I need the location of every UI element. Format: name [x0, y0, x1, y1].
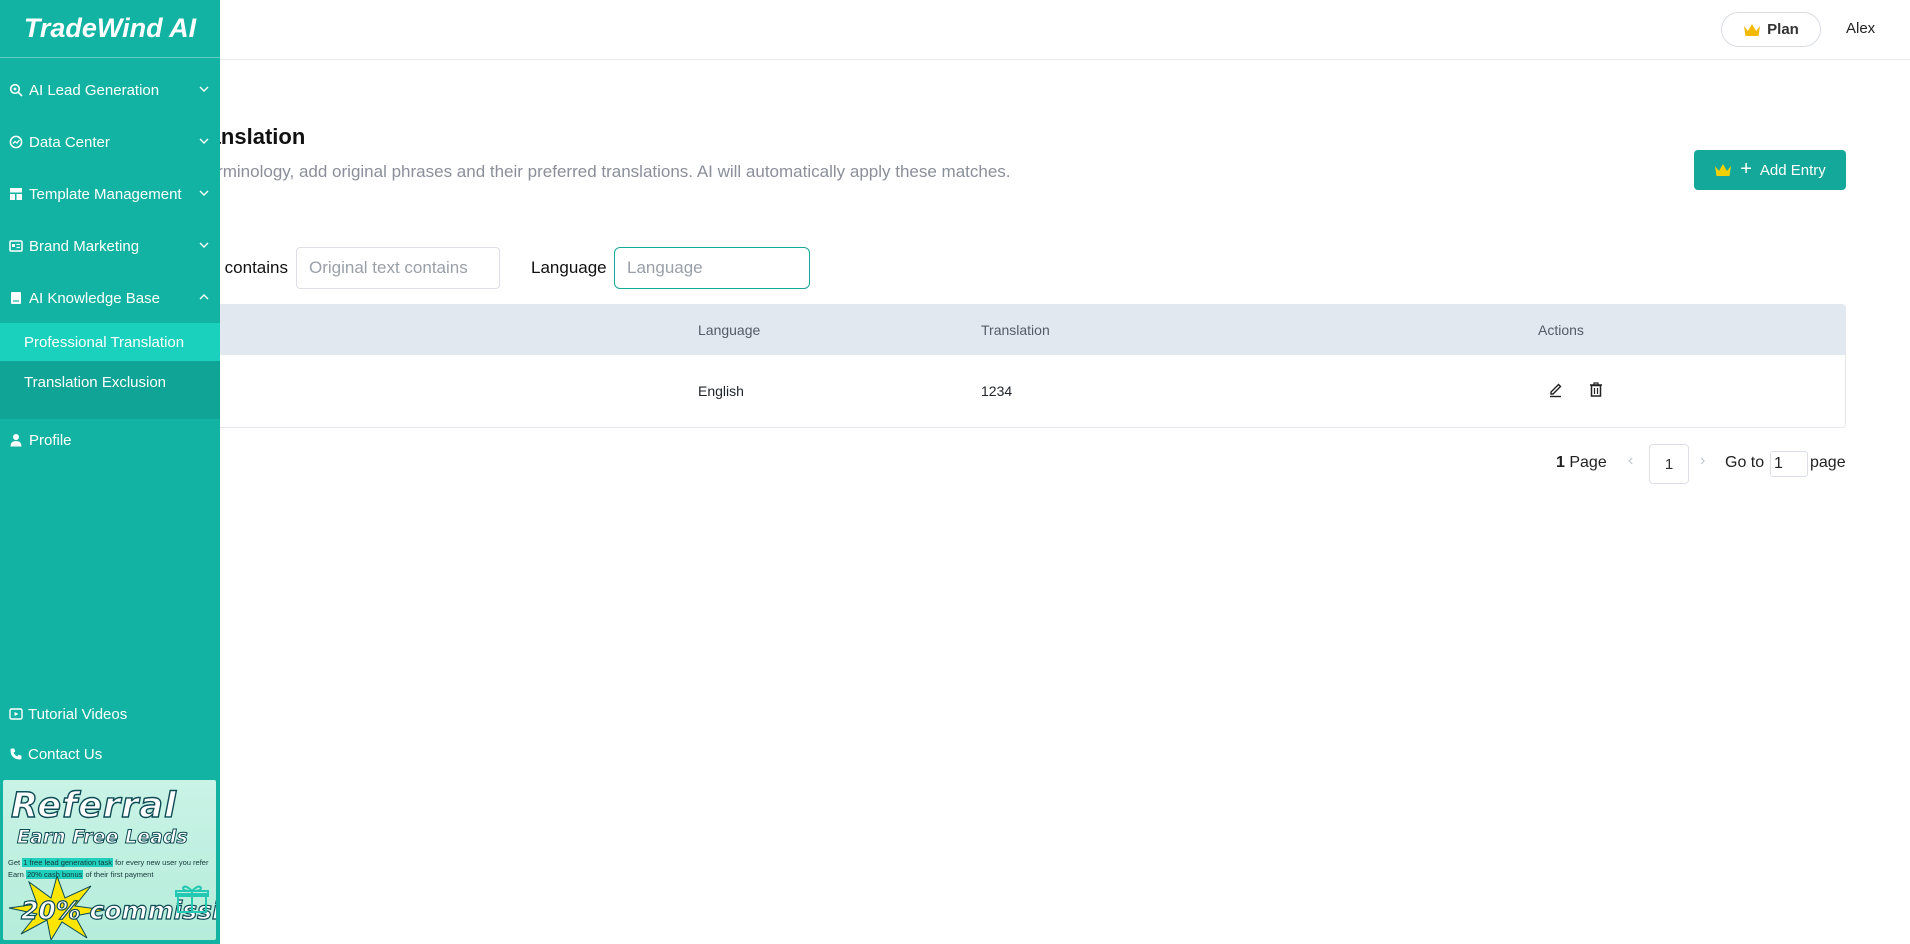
column-header-actions: Actions [1538, 322, 1584, 338]
video-icon [9, 708, 23, 720]
sidebar-item-label: Template Management [29, 185, 182, 203]
cell-translation: 1234 [981, 383, 1013, 399]
sidebar: TradeWind AI AI Lead Generation Data Cen… [0, 0, 220, 944]
grid-icon [10, 188, 22, 200]
prev-page-button[interactable]: ‹ [1628, 452, 1633, 470]
crown-icon [1715, 164, 1732, 176]
book-icon [11, 292, 21, 304]
chevron-down-icon [199, 190, 209, 196]
delete-icon[interactable] [1587, 381, 1605, 399]
banner-line-1-pre: Get [8, 858, 23, 867]
page-total-suffix: Page [1564, 454, 1607, 471]
translation-table: t Language Translation Actions English 1… [150, 304, 1846, 428]
banner-line-1-post: for every new user you refer [113, 858, 209, 867]
add-entry-label: Add Entry [1759, 161, 1826, 179]
chevron-down-icon [199, 138, 209, 144]
chevron-down-icon [199, 242, 209, 248]
edit-icon[interactable] [1547, 381, 1565, 399]
plus-icon: + [1740, 158, 1752, 180]
sidebar-item-label: Contact Us [28, 745, 103, 763]
original-text-input[interactable] [296, 247, 500, 289]
sidebar-item-label: AI Knowledge Base [29, 289, 160, 307]
sidebar-item-tutorial-videos[interactable]: Tutorial Videos [0, 696, 220, 732]
sidebar-item-brand-marketing[interactable]: Brand Marketing [0, 220, 220, 272]
chevron-down-icon [199, 86, 209, 92]
sidebar-item-profile[interactable]: Profile [0, 414, 220, 466]
user-icon [10, 434, 22, 447]
page-description: pecific terminology, add original phrase… [150, 162, 1011, 181]
sidebar-item-label: AI Lead Generation [29, 81, 160, 99]
cell-language: English [698, 383, 744, 399]
sidebar-item-translation-exclusion[interactable]: Translation Exclusion [0, 363, 220, 401]
banner-title: Referral [10, 785, 178, 826]
referral-banner[interactable]: Referral Earn Free Leads Get 1 free lead… [3, 780, 216, 940]
top-header: Plan Alex [0, 0, 1910, 60]
column-header-translation: Translation [981, 322, 1050, 338]
plan-label: Plan [1767, 21, 1799, 38]
sidebar-item-data-center[interactable]: Data Center [0, 116, 220, 168]
page-total: 1 Page [1556, 454, 1607, 472]
language-filter-label: Language [531, 258, 607, 277]
sidebar-item-label: Tutorial Videos [28, 705, 128, 723]
chart-icon [9, 135, 23, 149]
sidebar-item-contact-us[interactable]: Contact Us [0, 736, 220, 772]
phone-icon [10, 748, 22, 760]
card-icon [9, 240, 23, 252]
banner-line-1: Get 1 free lead generation task for ever… [8, 858, 208, 867]
table-row: English 1234 [151, 355, 1845, 427]
page-number-button[interactable]: 1 [1649, 444, 1689, 484]
table-header: t Language Translation Actions [151, 305, 1845, 355]
search-icon [9, 83, 23, 97]
sidebar-item-label: Data Center [29, 133, 110, 151]
sidebar-item-label: Profile [29, 431, 72, 449]
banner-line-1-highlight: 1 free lead generation task [22, 858, 113, 867]
banner-subtitle: Earn Free Leads [17, 826, 189, 849]
column-header-language: Language [698, 322, 761, 338]
user-name[interactable]: Alex [1846, 20, 1875, 37]
goto-page-input[interactable] [1770, 451, 1808, 477]
app-logo[interactable]: TradeWind AI [0, 0, 220, 58]
knowledge-base-submenu: Professional Translation Translation Exc… [0, 323, 220, 419]
page-total-count: 1 [1556, 454, 1565, 471]
chevron-up-icon [199, 294, 209, 300]
add-entry-button[interactable]: + Add Entry [1694, 150, 1846, 190]
sidebar-item-professional-translation[interactable]: Professional Translation [0, 323, 220, 361]
plan-button[interactable]: Plan [1721, 12, 1821, 47]
sidebar-item-template-management[interactable]: Template Management [0, 168, 220, 220]
sidebar-item-ai-knowledge-base[interactable]: AI Knowledge Base [0, 272, 220, 324]
sidebar-item-ai-lead-generation[interactable]: AI Lead Generation [0, 64, 220, 116]
crown-icon [1744, 23, 1761, 36]
sidebar-item-label: Brand Marketing [29, 237, 140, 255]
language-input[interactable] [614, 247, 810, 289]
next-page-button[interactable]: › [1700, 452, 1705, 470]
gift-icon [175, 885, 209, 913]
goto-label: Go to [1725, 454, 1765, 471]
goto-suffix: page [1810, 454, 1846, 471]
